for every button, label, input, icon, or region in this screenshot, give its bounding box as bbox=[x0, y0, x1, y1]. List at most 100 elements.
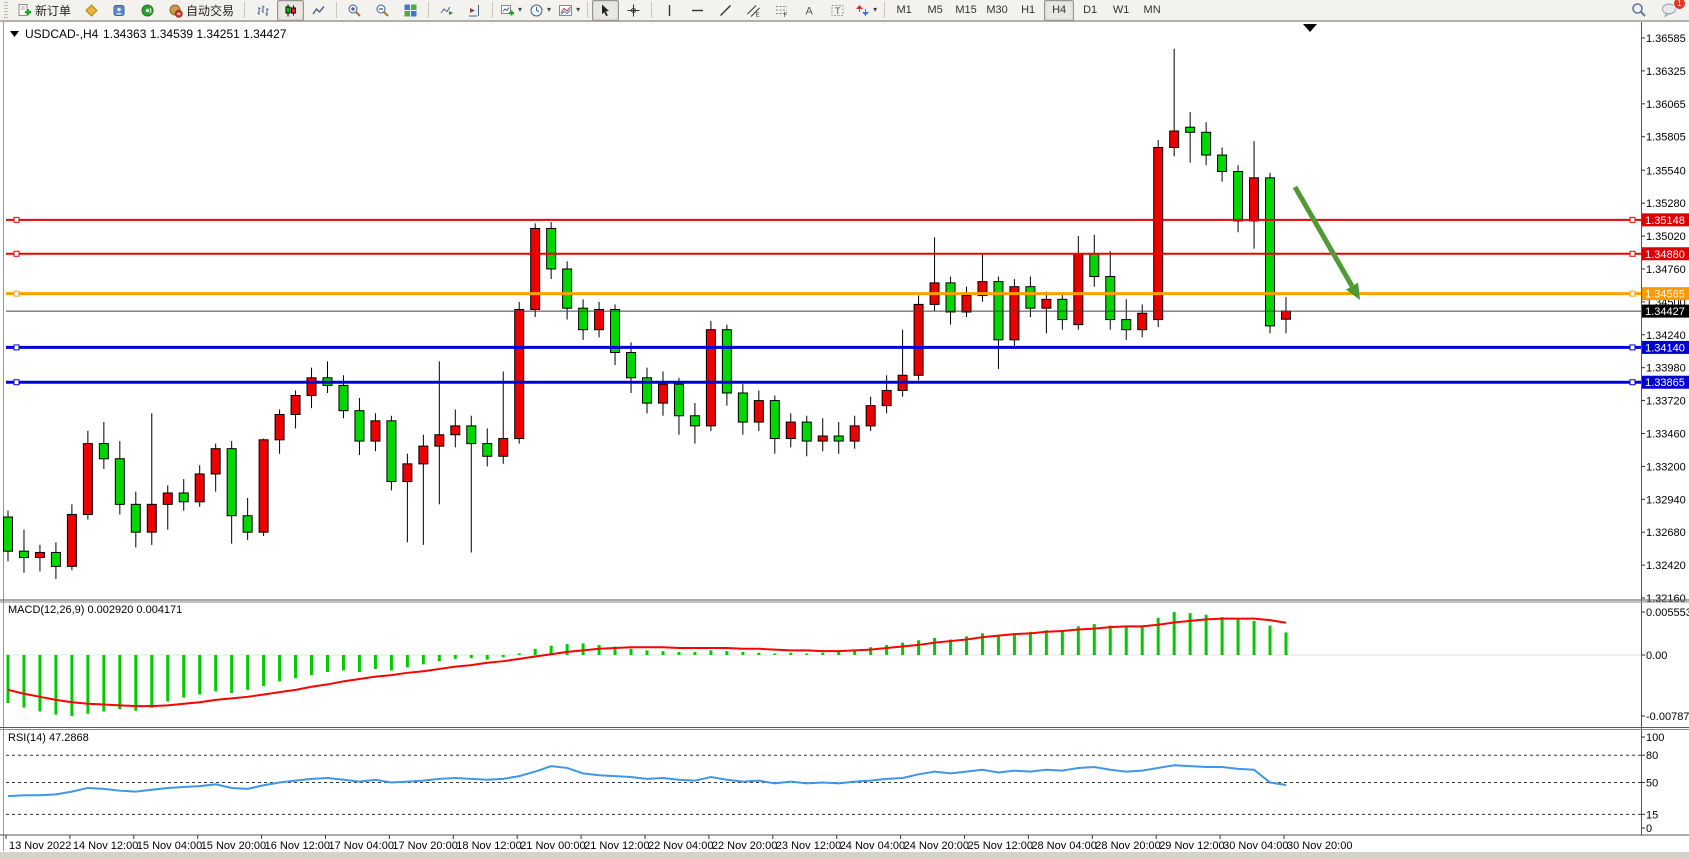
trendline-button[interactable] bbox=[712, 0, 739, 21]
svg-text:0.00: 0.00 bbox=[1646, 650, 1667, 662]
svg-text:A: A bbox=[806, 5, 814, 17]
svg-text:1.35020: 1.35020 bbox=[1646, 231, 1686, 243]
templates-icon bbox=[558, 3, 573, 18]
zoom-out-button[interactable] bbox=[369, 0, 396, 21]
toolbar-separator bbox=[244, 2, 245, 18]
bar-chart-button[interactable] bbox=[249, 0, 276, 21]
text-icon: A bbox=[802, 3, 817, 18]
svg-text:1.35805: 1.35805 bbox=[1646, 132, 1686, 144]
autotrade-button[interactable]: 自动交易 bbox=[162, 0, 240, 21]
timeframe-M15[interactable]: M15 bbox=[951, 0, 981, 21]
crosshair-button[interactable] bbox=[620, 0, 647, 21]
tile-windows-button[interactable] bbox=[397, 0, 424, 21]
community-button[interactable] bbox=[106, 0, 133, 21]
periodicity-button[interactable]: ▾ bbox=[526, 0, 554, 21]
timeframe-W1[interactable]: W1 bbox=[1106, 0, 1136, 21]
price-badge-1.34880: 1.34880 bbox=[1642, 247, 1689, 260]
svg-text:1.32680: 1.32680 bbox=[1646, 527, 1686, 539]
line-chart-button[interactable] bbox=[305, 0, 332, 21]
svg-text:1.34760: 1.34760 bbox=[1646, 264, 1686, 276]
new-chart-button[interactable]: ▾ bbox=[497, 0, 525, 21]
cursor-button[interactable] bbox=[592, 0, 619, 21]
svg-text:1.36585: 1.36585 bbox=[1646, 33, 1686, 45]
svg-text:E: E bbox=[756, 12, 760, 18]
chart-background bbox=[0, 21, 1689, 859]
toolbar-separator bbox=[651, 2, 652, 18]
toolbar-separator bbox=[428, 2, 429, 18]
mt4-terminal: 新订单 自动交易 bbox=[0, 0, 1689, 859]
timeframe-group: M1M5M15M30H1H4D1W1MN bbox=[889, 0, 1167, 21]
toolbar-separator bbox=[884, 2, 885, 18]
svg-text:0: 0 bbox=[1646, 823, 1652, 835]
timeframe-M1[interactable]: M1 bbox=[889, 0, 919, 21]
candlestick-chart-icon bbox=[283, 3, 298, 18]
zoom-out-icon bbox=[375, 3, 390, 18]
new-order-label: 新订单 bbox=[35, 2, 71, 19]
templates-button[interactable]: ▾ bbox=[555, 0, 583, 21]
svg-text:15 Nov 20:00: 15 Nov 20:00 bbox=[201, 840, 266, 852]
timeframe-H4[interactable]: H4 bbox=[1044, 0, 1074, 21]
svg-text:1.32940: 1.32940 bbox=[1646, 494, 1686, 506]
svg-text:1.32420: 1.32420 bbox=[1646, 560, 1686, 572]
timeframe-M5[interactable]: M5 bbox=[920, 0, 950, 21]
svg-text:1.34140: 1.34140 bbox=[1645, 342, 1685, 354]
timeframe-M30[interactable]: M30 bbox=[982, 0, 1012, 21]
arrows-button[interactable]: ▾ bbox=[852, 0, 880, 21]
svg-text:1.33460: 1.33460 bbox=[1646, 428, 1686, 440]
timeframe-H1[interactable]: H1 bbox=[1013, 0, 1043, 21]
new-chart-icon bbox=[500, 3, 515, 18]
notifications-button[interactable]: 1 bbox=[1656, 0, 1683, 21]
bar-chart-icon bbox=[255, 3, 270, 18]
zoom-in-button[interactable] bbox=[341, 0, 368, 21]
chart-ohlc-readout: 1.34363 1.34539 1.34251 1.34427 bbox=[103, 27, 287, 41]
chart-shift-icon bbox=[467, 3, 482, 18]
chart-shift-button[interactable] bbox=[461, 0, 488, 21]
svg-text:50: 50 bbox=[1646, 778, 1658, 790]
equidistant-channel-icon: E bbox=[746, 3, 761, 18]
svg-text:30 Nov 04:00: 30 Nov 04:00 bbox=[1223, 840, 1288, 852]
equidistant-channel-button[interactable]: E bbox=[740, 0, 767, 21]
horizontal-line-button[interactable] bbox=[684, 0, 711, 21]
svg-text:1.36325: 1.36325 bbox=[1646, 66, 1686, 78]
chart-title: USDCAD-,H4 bbox=[25, 27, 99, 41]
svg-text:18 Nov 12:00: 18 Nov 12:00 bbox=[456, 840, 521, 852]
svg-text:1.34565: 1.34565 bbox=[1645, 289, 1685, 301]
dropdown-caret-icon: ▾ bbox=[873, 6, 877, 14]
svg-text:1.33980: 1.33980 bbox=[1646, 363, 1686, 375]
svg-text:17 Nov 20:00: 17 Nov 20:00 bbox=[392, 840, 457, 852]
fibonacci-button[interactable]: F bbox=[768, 0, 795, 21]
text-button[interactable]: A bbox=[796, 0, 823, 21]
auto-scroll-button[interactable] bbox=[433, 0, 460, 21]
metaquotes-button[interactable] bbox=[78, 0, 105, 21]
svg-text:17 Nov 04:00: 17 Nov 04:00 bbox=[329, 840, 394, 852]
chart-canvas[interactable]: USDCAD-,H4 1.34363 1.34539 1.34251 1.3442… bbox=[0, 21, 1689, 859]
svg-text:15: 15 bbox=[1646, 809, 1658, 821]
svg-text:1.33720: 1.33720 bbox=[1646, 396, 1686, 408]
text-label-icon: T bbox=[830, 3, 845, 18]
svg-text:16 Nov 12:00: 16 Nov 12:00 bbox=[265, 840, 330, 852]
trendline-icon bbox=[718, 3, 733, 18]
new-order-button[interactable]: 新订单 bbox=[11, 0, 77, 21]
svg-text:-0.007879: -0.007879 bbox=[1646, 711, 1689, 723]
candlestick-chart-button[interactable] bbox=[277, 0, 304, 21]
toolbar-grip[interactable] bbox=[4, 2, 8, 18]
svg-text:1.33865: 1.33865 bbox=[1645, 377, 1685, 389]
vertical-line-button[interactable] bbox=[656, 0, 683, 21]
current-price-badge: 1.34427 bbox=[1642, 305, 1689, 319]
price-badge-1.33865: 1.33865 bbox=[1642, 376, 1689, 390]
svg-text:29 Nov 12:00: 29 Nov 12:00 bbox=[1159, 840, 1224, 852]
gold-diamond-icon bbox=[84, 3, 99, 18]
timeframe-D1[interactable]: D1 bbox=[1075, 0, 1105, 21]
timeframe-MN[interactable]: MN bbox=[1137, 0, 1167, 21]
signals-button[interactable] bbox=[134, 0, 161, 21]
svg-text:0.005553: 0.005553 bbox=[1646, 607, 1689, 619]
text-label-button[interactable]: T bbox=[824, 0, 851, 21]
auto-scroll-icon bbox=[439, 3, 454, 18]
svg-text:24 Nov 04:00: 24 Nov 04:00 bbox=[840, 840, 905, 852]
dropdown-caret-icon: ▾ bbox=[518, 6, 522, 14]
search-button[interactable] bbox=[1625, 0, 1652, 21]
autotrade-label: 自动交易 bbox=[186, 2, 234, 19]
svg-text:80: 80 bbox=[1646, 750, 1658, 762]
cursor-icon bbox=[598, 3, 613, 18]
price-badge-1.35148: 1.35148 bbox=[1642, 213, 1689, 227]
